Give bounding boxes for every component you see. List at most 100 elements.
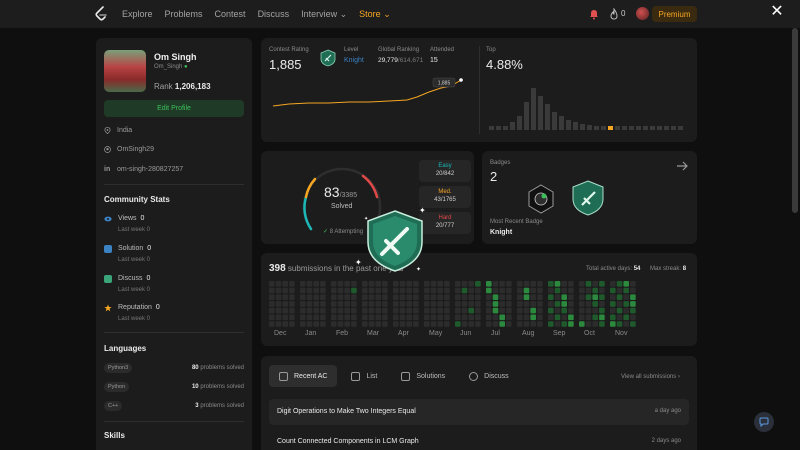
heatmap-cell[interactable] [406,321,412,327]
heatmap-cell[interactable] [282,307,288,314]
heatmap-cell[interactable] [599,281,605,287]
heatmap-cell[interactable] [300,321,306,327]
heatmap-cell[interactable] [579,287,585,294]
heatmap-cell[interactable] [492,281,499,287]
heatmap-cell[interactable] [306,307,313,314]
heatmap-cell[interactable] [561,314,567,321]
heatmap-cell[interactable] [523,307,530,314]
view-all-submissions-link[interactable]: View all submissions › [621,374,680,380]
recent-submission-row[interactable]: Digit Operations to Make Two Integers Eq… [269,399,689,425]
heatmap-cell[interactable] [413,281,419,287]
user-avatar-small[interactable] [636,7,649,20]
heatmap-cell[interactable] [300,301,306,307]
heatmap-cell[interactable] [530,281,536,287]
submissions-heatmap[interactable] [269,281,689,331]
heatmap-cell[interactable] [579,321,585,327]
heatmap-cell[interactable] [623,281,629,287]
heatmap-cell[interactable] [616,294,623,300]
heatmap-cell[interactable] [289,307,295,314]
heatmap-cell[interactable] [461,281,468,287]
heatmap-cell[interactable] [399,301,406,307]
heatmap-cell[interactable] [616,281,623,287]
heatmap-cell[interactable] [413,287,419,294]
heatmap-cell[interactable] [444,301,450,307]
heatmap-cell[interactable] [362,287,368,294]
heatmap-cell[interactable] [393,287,399,294]
heatmap-cell[interactable] [630,307,636,314]
heatmap-cell[interactable] [351,321,357,327]
heatmap-cell[interactable] [530,294,536,300]
heatmap-cell[interactable] [554,294,561,300]
heatmap-cell[interactable] [406,314,412,321]
heatmap-cell[interactable] [320,281,326,287]
tab-discuss[interactable]: Discuss [459,365,519,387]
heatmap-cell[interactable] [599,287,605,294]
heatmap-cell[interactable] [554,314,561,321]
heatmap-cell[interactable] [548,307,554,314]
heatmap-cell[interactable] [437,287,443,294]
heatmap-cell[interactable] [344,321,350,327]
heatmap-cell[interactable] [630,321,636,327]
heatmap-cell[interactable] [610,281,616,287]
heatmap-cell[interactable] [523,287,530,294]
heatmap-cell[interactable] [282,314,288,321]
heatmap-cell[interactable] [486,307,492,314]
heatmap-cell[interactable] [337,321,344,327]
heatmap-cell[interactable] [537,314,543,321]
heatmap-cell[interactable] [430,287,437,294]
heatmap-cell[interactable] [499,301,505,307]
heatmap-cell[interactable] [455,321,461,327]
recent-submission-row[interactable]: Count Connected Components in LCM Graph … [269,429,689,450]
heatmap-cell[interactable] [337,301,344,307]
heatmap-cell[interactable] [592,287,598,294]
heatmap-cell[interactable] [320,301,326,307]
heatmap-cell[interactable] [486,321,492,327]
heatmap-cell[interactable] [331,294,337,300]
heatmap-cell[interactable] [413,314,419,321]
heatmap-cell[interactable] [382,294,388,300]
heatmap-cell[interactable] [437,314,443,321]
heatmap-cell[interactable] [444,307,450,314]
heatmap-cell[interactable] [630,314,636,321]
heatmap-cell[interactable] [468,287,474,294]
heatmap-cell[interactable] [561,321,567,327]
github-text[interactable]: OmSingh29 [117,146,154,153]
heatmap-cell[interactable] [430,281,437,287]
heatmap-cell[interactable] [362,307,368,314]
heatmap-cell[interactable] [530,314,536,321]
knight-badge-icon[interactable] [571,180,605,216]
heatmap-cell[interactable] [337,287,344,294]
heatmap-cell[interactable] [269,281,275,287]
heatmap-cell[interactable] [393,281,399,287]
heatmap-cell[interactable] [523,321,530,327]
heatmap-cell[interactable] [300,314,306,321]
heatmap-cell[interactable] [275,294,282,300]
heatmap-cell[interactable] [406,307,412,314]
heatmap-cell[interactable] [406,294,412,300]
medium-stat[interactable]: Med. 43/1765 [419,186,471,208]
premium-button[interactable]: Premium [652,6,697,22]
heatmap-cell[interactable] [517,281,523,287]
heatmap-cell[interactable] [499,281,505,287]
heatmap-cell[interactable] [548,301,554,307]
heatmap-cell[interactable] [430,307,437,314]
heatmap-cell[interactable] [337,281,344,287]
heatmap-cell[interactable] [399,321,406,327]
heatmap-cell[interactable] [289,294,295,300]
heatmap-cell[interactable] [568,301,574,307]
heatmap-cell[interactable] [499,287,505,294]
heatmap-cell[interactable] [492,301,499,307]
heatmap-cell[interactable] [623,294,629,300]
heatmap-cell[interactable] [530,287,536,294]
heatmap-cell[interactable] [351,294,357,300]
heatmap-cell[interactable] [382,321,388,327]
heatmap-cell[interactable] [368,301,375,307]
heatmap-cell[interactable] [455,314,461,321]
heatmap-cell[interactable] [523,281,530,287]
annual-badge-icon[interactable] [527,184,555,214]
arrow-right-icon[interactable] [676,160,688,172]
heatmap-cell[interactable] [537,307,543,314]
heatmap-cell[interactable] [300,307,306,314]
heatmap-cell[interactable] [468,294,474,300]
heatmap-cell[interactable] [585,294,592,300]
